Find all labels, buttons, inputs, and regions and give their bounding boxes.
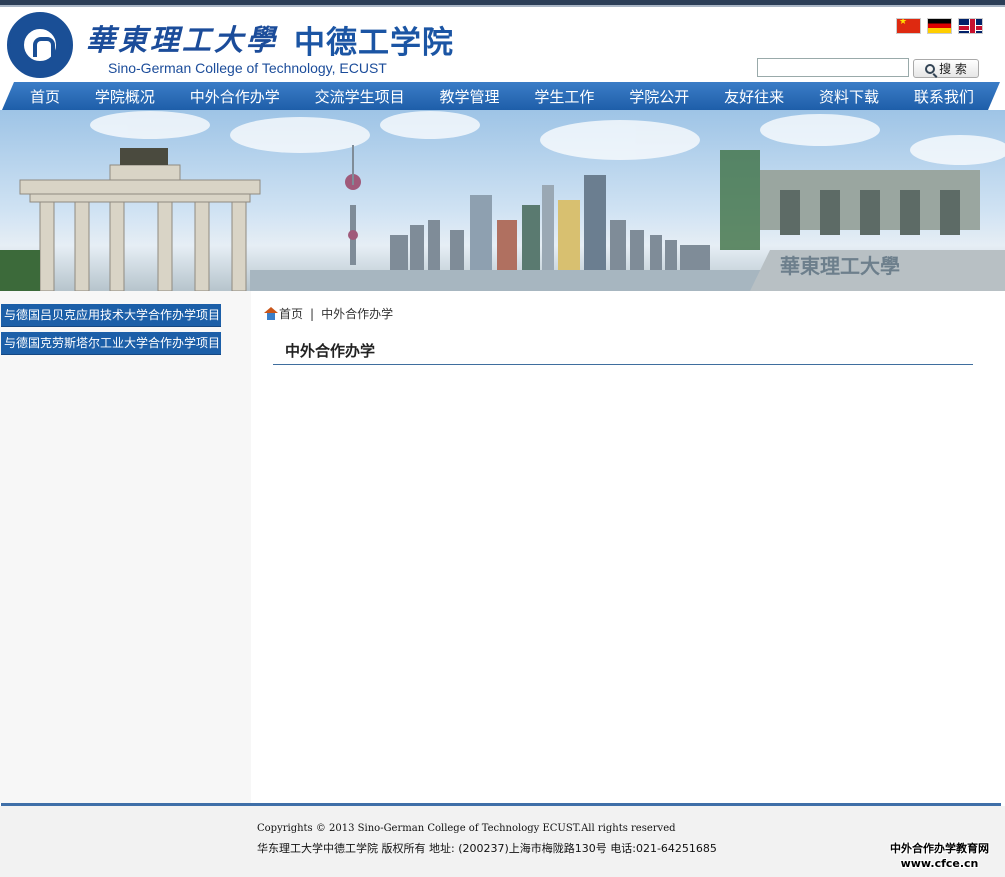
search-button-label: 搜 索 — [939, 62, 967, 76]
nav-item-cooperation[interactable]: 中外合作办学 — [182, 86, 288, 107]
watermark: 中外合作办学教育网 www.cfce.cn — [890, 841, 989, 871]
search-button[interactable]: 搜 索 — [913, 59, 979, 78]
nav-item-about[interactable]: 学院概况 — [87, 86, 163, 107]
ecust-logo-icon[interactable] — [7, 12, 73, 78]
language-switcher — [896, 18, 983, 34]
title-divider — [273, 364, 973, 365]
sidebar: 与德国吕贝克应用技术大学合作办学项目 与德国克劳斯塔尔工业大学合作办学项目 — [0, 291, 251, 803]
nav-item-public[interactable]: 学院公开 — [621, 86, 697, 107]
breadcrumb-current[interactable]: 中外合作办学 — [321, 305, 393, 322]
nav-item-contact[interactable]: 联系我们 — [906, 86, 982, 107]
shanghai-skyline — [345, 145, 710, 270]
watermark-line2: www.cfce.cn — [900, 857, 979, 870]
brandenburg-gate — [19, 164, 261, 291]
nav-item-home[interactable]: 首页 — [22, 86, 68, 107]
search-input[interactable] — [757, 58, 909, 77]
breadcrumb-home[interactable]: 首页 — [279, 305, 303, 322]
watermark-line1: 中外合作办学教育网 — [890, 842, 989, 855]
sidebar-item-clausthal[interactable]: 与德国克劳斯塔尔工业大学合作办学项目 — [1, 332, 221, 355]
site-footer: Copyrights © 2013 Sino-German College of… — [0, 806, 1005, 877]
sidebar-item-luebeck[interactable]: 与德国吕贝克应用技术大学合作办学项目 — [1, 304, 221, 327]
banner-sign-text: 華東理工大學 — [780, 254, 900, 278]
nav-item-friends[interactable]: 友好往来 — [716, 86, 792, 107]
nav-item-downloads[interactable]: 资料下载 — [811, 86, 887, 107]
copyright-text: Copyrights © 2013 Sino-German College of… — [257, 823, 676, 834]
banner-illustration: 華東理工大學 — [0, 111, 1005, 291]
uk-flag-icon[interactable] — [958, 18, 983, 34]
main-content: 首页 | 中外合作办学 中外合作办学 — [251, 291, 1001, 803]
banner-image: 華東理工大學 — [0, 110, 1005, 291]
address-text: 华东理工大学中德工学院 版权所有 地址: (200237)上海市梅陇路130号 … — [257, 842, 717, 855]
breadcrumb-separator: | — [310, 306, 315, 321]
logo-emblem — [20, 25, 60, 65]
breadcrumb: 首页 | 中外合作办学 — [264, 305, 393, 322]
germany-flag-icon[interactable] — [927, 18, 952, 34]
school-name: 華東理工大學 — [86, 23, 279, 57]
nav-item-teaching[interactable]: 教学管理 — [432, 86, 508, 107]
page-title: 中外合作办学 — [285, 342, 376, 360]
main-nav: 首页 学院概况 中外合作办学 交流学生项目 教学管理 学生工作 学院公开 友好往… — [2, 82, 1000, 110]
nav-item-students[interactable]: 学生工作 — [526, 86, 602, 107]
site-header: 華東理工大學 中德工学院 Sino-German College of Tech… — [0, 7, 1005, 82]
college-name-cn: 中德工学院 — [294, 25, 454, 61]
china-flag-icon[interactable] — [896, 18, 921, 34]
college-name-en: Sino-German College of Technology, ECUST — [108, 60, 387, 76]
search-icon — [925, 63, 936, 74]
nav-item-exchange[interactable]: 交流学生项目 — [307, 86, 413, 107]
home-icon — [264, 307, 278, 320]
